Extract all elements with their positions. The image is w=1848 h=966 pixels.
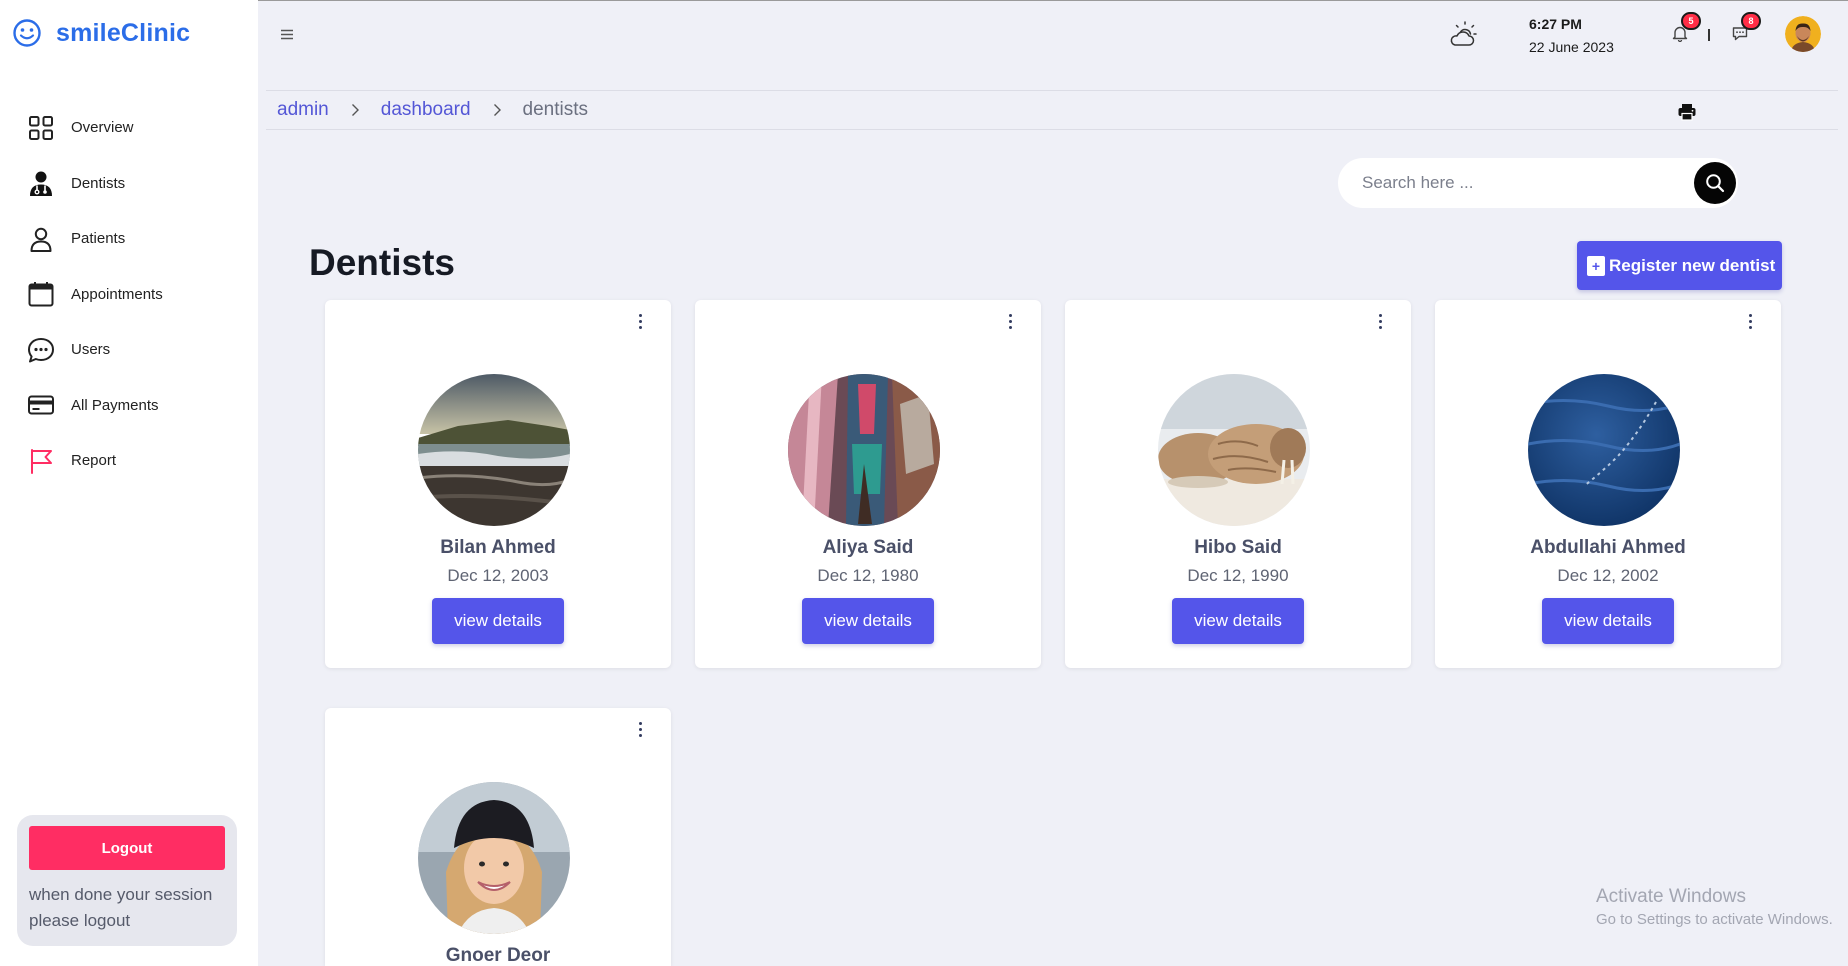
- sidebar-item-all-payments[interactable]: All Payments: [0, 378, 258, 434]
- topbar: 6:27 PM 22 June 2023 5 8: [258, 1, 1848, 89]
- sidebar-item-label: Dentists: [71, 174, 126, 192]
- more-options-icon[interactable]: [1743, 312, 1757, 330]
- dentist-card: Abdullahi Ahmed Dec 12, 2002 view detail…: [1435, 300, 1781, 668]
- grid-icon: [26, 113, 56, 143]
- messages-badge: 8: [1741, 12, 1761, 30]
- register-dentist-label: Register new dentist: [1609, 255, 1776, 275]
- watermark-subtitle: Go to Settings to activate Windows.: [1596, 911, 1833, 928]
- dentist-name: Hibo Said: [1194, 537, 1282, 558]
- avatar[interactable]: [1785, 16, 1821, 52]
- clock-date: 22 June 2023: [1529, 39, 1614, 55]
- user-icon: [26, 224, 56, 254]
- dentist-card: Aliya Said Dec 12, 1980 view details: [695, 300, 1041, 668]
- dentist-card: Gnoer Deor: [325, 708, 671, 966]
- sidebar-item-dentists[interactable]: Dentists: [0, 156, 258, 212]
- breadcrumb: admin dashboard dentists: [277, 99, 588, 121]
- chat-icon: [26, 335, 56, 365]
- view-details-button[interactable]: view details: [1172, 598, 1304, 644]
- sidebar-nav: Overview Dentists Patients Appointments …: [0, 100, 258, 489]
- logout-button[interactable]: Logout: [29, 826, 225, 870]
- sidebar-item-overview[interactable]: Overview: [0, 100, 258, 156]
- logout-note: when done your session please logout: [29, 885, 213, 930]
- register-dentist-button[interactable]: + Register new dentist: [1577, 241, 1782, 290]
- sidebar-item-users[interactable]: Users: [0, 322, 258, 378]
- topbar-divider: [1708, 29, 1710, 41]
- dentist-name: Aliya Said: [822, 537, 914, 558]
- more-options-icon[interactable]: [1373, 312, 1387, 330]
- dentist-dob: Dec 12, 1980: [817, 566, 919, 585]
- dentist-name: Abdullahi Ahmed: [1530, 537, 1686, 558]
- logout-panel: Logout when done your session please log…: [17, 815, 237, 946]
- hamburger-menu-icon[interactable]: [278, 25, 296, 43]
- dentist-card: Bilan Ahmed Dec 12, 2003 view details: [325, 300, 671, 668]
- view-details-button[interactable]: view details: [432, 598, 564, 644]
- dentist-card: Hibo Said Dec 12, 1990 view details: [1065, 300, 1411, 668]
- view-details-button[interactable]: view details: [802, 598, 934, 644]
- notifications-badge: 5: [1681, 12, 1701, 30]
- brand-name: smileClinic: [56, 18, 191, 47]
- search-input[interactable]: [1362, 158, 1682, 208]
- sidebar-item-report[interactable]: Report: [0, 433, 258, 489]
- more-options-icon[interactable]: [1003, 312, 1017, 330]
- dentist-photo: [418, 374, 570, 526]
- calendar-icon: [26, 279, 56, 309]
- breadcrumb-bar: admin dashboard dentists: [266, 90, 1838, 130]
- search-button[interactable]: [1694, 162, 1736, 204]
- windows-watermark: Activate Windows Go to Settings to activ…: [1596, 886, 1833, 928]
- dentist-name: Bilan Ahmed: [440, 537, 556, 558]
- sidebar-item-patients[interactable]: Patients: [0, 211, 258, 267]
- sidebar-item-appointments[interactable]: Appointments: [0, 267, 258, 323]
- breadcrumb-current: dentists: [522, 99, 589, 120]
- chevron-right-icon: [493, 104, 501, 116]
- dentist-photo: [418, 782, 570, 934]
- dentist-photo: [1528, 374, 1680, 526]
- sidebar-item-label: All Payments: [71, 396, 159, 414]
- sidebar: smileClinic Overview Dentists Patients A…: [0, 0, 258, 966]
- view-details-button[interactable]: view details: [1542, 598, 1674, 644]
- sidebar-item-label: Report: [71, 452, 117, 470]
- brand[interactable]: smileClinic: [12, 18, 190, 48]
- doctor-icon: [26, 168, 56, 198]
- search-bar: [1338, 158, 1738, 208]
- dentist-photo: [788, 374, 940, 526]
- more-options-icon[interactable]: [633, 312, 647, 330]
- notifications-button[interactable]: 5: [1671, 12, 1701, 43]
- more-options-icon[interactable]: [633, 720, 647, 738]
- dentist-name: Gnoer Deor: [445, 945, 551, 966]
- search-icon: [1706, 174, 1725, 193]
- sidebar-item-label: Overview: [71, 119, 134, 137]
- cloud-sun-icon: [1447, 19, 1477, 49]
- flag-icon: [26, 446, 56, 476]
- dentist-photo: [1158, 374, 1310, 526]
- dentist-dob: Dec 12, 1990: [1187, 566, 1289, 585]
- credit-card-icon: [26, 390, 56, 420]
- dentist-dob: Dec 12, 2003: [447, 566, 549, 585]
- breadcrumb-dashboard[interactable]: dashboard: [381, 99, 471, 121]
- clock-time: 6:27 PM: [1529, 16, 1582, 32]
- page-title: Dentists: [309, 242, 455, 283]
- sidebar-item-label: Users: [71, 341, 111, 359]
- breadcrumb-admin[interactable]: admin: [277, 99, 329, 121]
- sidebar-item-label: Patients: [71, 230, 126, 248]
- print-icon[interactable]: [1677, 103, 1697, 121]
- messages-button[interactable]: 8: [1731, 12, 1761, 41]
- smiley-icon: [13, 19, 41, 47]
- sidebar-item-label: Appointments: [71, 285, 163, 303]
- dentist-dob: Dec 12, 2002: [1557, 566, 1659, 585]
- plus-icon: +: [1587, 255, 1605, 276]
- watermark-title: Activate Windows: [1596, 886, 1746, 907]
- chevron-right-icon: [351, 104, 359, 116]
- clock: 6:27 PM 22 June 2023: [1529, 13, 1614, 59]
